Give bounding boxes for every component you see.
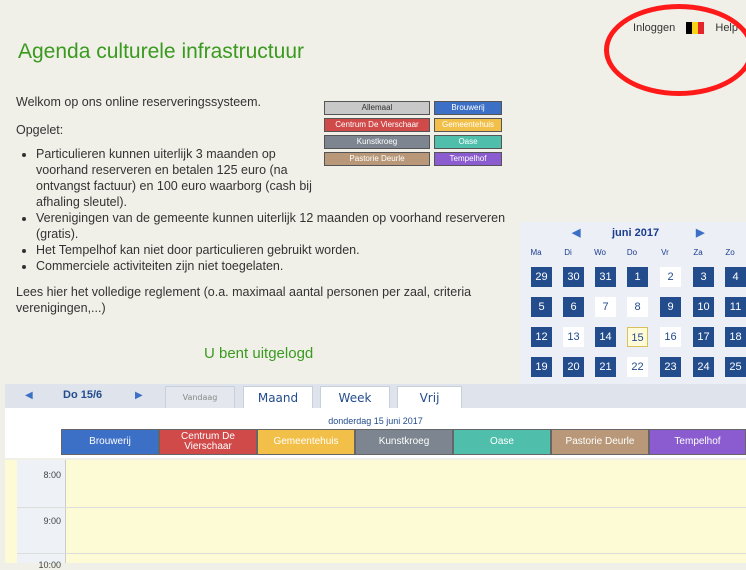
calendar-day[interactable]: 25 [725,357,746,377]
tab-free[interactable]: Vrij [397,386,462,408]
next-month-icon[interactable]: ▶ [696,226,704,239]
weekday-header: Vr [661,248,669,257]
day-title: donderdag 15 juni 2017 [328,416,423,426]
calendar-day[interactable]: 6 [563,297,584,317]
room-gemeentehuis[interactable]: Gemeentehuis [257,429,355,455]
legend-vierschaar[interactable]: Centrum De Vierschaar [324,118,430,132]
legend-tempelhof[interactable]: Tempelhof [434,152,502,166]
weekday-header: Zo [725,248,735,257]
tab-month[interactable]: Maand [243,386,313,408]
room-tempelhof[interactable]: Tempelhof [649,429,746,455]
weekday-header: Za [693,248,703,257]
hour-divider [17,507,746,508]
today-button[interactable]: Vandaag [165,386,235,408]
calendar-day[interactable]: 4 [725,267,746,287]
mini-calendar: ◀ juni 2017 ▶ Ma Di Wo Do Vr Za Zo 29 30 31 1 2 3 4 5… [520,222,746,410]
page-title: Agenda culturele infrastructuur [18,40,304,63]
calendar-day[interactable]: 5 [531,297,552,317]
legend-all[interactable]: Allemaal [324,101,430,115]
calendar-day[interactable]: 18 [725,327,746,347]
calendar-day[interactable]: 3 [693,267,714,287]
rule-item: Verenigingen van de gemeente kunnen uite… [36,210,506,242]
calendar-day[interactable]: 16 [660,327,681,347]
legend-kunstkroeg[interactable]: Kunstkroeg [324,135,430,149]
mini-calendar-month: juni 2017 [612,227,660,239]
calendar-day[interactable]: 24 [693,357,714,377]
rule-item: Commerciele activiteiten zijn niet toege… [36,258,516,274]
calendar-day[interactable]: 23 [660,357,681,377]
calendar-toolbar: ◀ Do 15/6 ▶ Vandaag Maand Week Vrij [5,384,746,408]
weekday-header: Ma [530,248,542,257]
logged-out-message: U bent uitgelogd [204,345,314,362]
rules-link[interactable]: Lees hier het volledige reglement (o.a. … [16,284,486,316]
calendar-day[interactable]: 2 [660,267,681,287]
room-oase[interactable]: Oase [453,429,551,455]
calendar-day[interactable]: 13 [563,327,584,347]
weekday-header: Do [626,248,638,257]
legend-pastorie[interactable]: Pastorie Deurle [324,152,430,166]
weekday-header: Di [564,248,572,257]
calendar-day[interactable]: 20 [563,357,584,377]
calendar-day[interactable]: 9 [660,297,681,317]
calendar-day[interactable]: 31 [595,267,616,287]
legend-oase[interactable]: Oase [434,135,502,149]
time-grid[interactable]: 8:00 9:00 10:00 [5,460,746,570]
weekday-header: Wo [594,248,606,257]
calendar-day[interactable]: 22 [627,357,648,377]
calendar-day[interactable]: 1 [627,267,648,287]
tab-week[interactable]: Week [320,386,390,408]
prev-day-icon[interactable]: ◀ [25,390,33,401]
time-label: 9:00 [43,516,61,526]
calendar-day[interactable]: 17 [693,327,714,347]
calendar-day[interactable]: 8 [627,297,648,317]
calendar-day[interactable]: 30 [563,267,584,287]
room-kunstkroeg[interactable]: Kunstkroeg [355,429,453,455]
rule-item: Particulieren kunnen uiterlijk 3 maanden… [36,146,326,210]
calendar-day[interactable]: 7 [595,297,616,317]
hour-divider [17,553,746,554]
room-brouwerij[interactable]: Brouwerij [61,429,159,455]
annotation-circle [604,4,746,96]
mini-calendar-header: ◀ juni 2017 ▶ [520,226,746,242]
calendar-day[interactable]: 12 [531,327,552,347]
current-date: Do 15/6 [63,389,103,401]
next-day-icon[interactable]: ▶ [135,390,143,401]
calendar-day[interactable]: 14 [595,327,616,347]
room-pastorie[interactable]: Pastorie Deurle [551,429,649,455]
prev-month-icon[interactable]: ◀ [572,226,580,239]
time-label: 10:00 [38,560,61,570]
day-view-header: donderdag 15 juni 2017 Brouwerij Centrum… [5,408,746,458]
legend-brouwerij[interactable]: Brouwerij [434,101,502,115]
rule-item: Het Tempelhof kan niet door particuliere… [36,242,516,258]
room-vierschaar[interactable]: Centrum De Vierschaar [159,429,257,455]
time-column: 8:00 9:00 10:00 [17,460,66,570]
calendar-day[interactable]: 11 [725,297,746,317]
calendar-day[interactable]: 29 [531,267,552,287]
room-legend: Allemaal Brouwerij Centrum De Vierschaar… [324,101,502,166]
calendar-day[interactable]: 21 [595,357,616,377]
legend-gemeentehuis[interactable]: Gemeentehuis [434,118,502,132]
calendar-day[interactable]: 19 [531,357,552,377]
calendar-day[interactable]: 15 [627,327,648,347]
calendar-day[interactable]: 10 [693,297,714,317]
time-label: 8:00 [43,470,61,480]
